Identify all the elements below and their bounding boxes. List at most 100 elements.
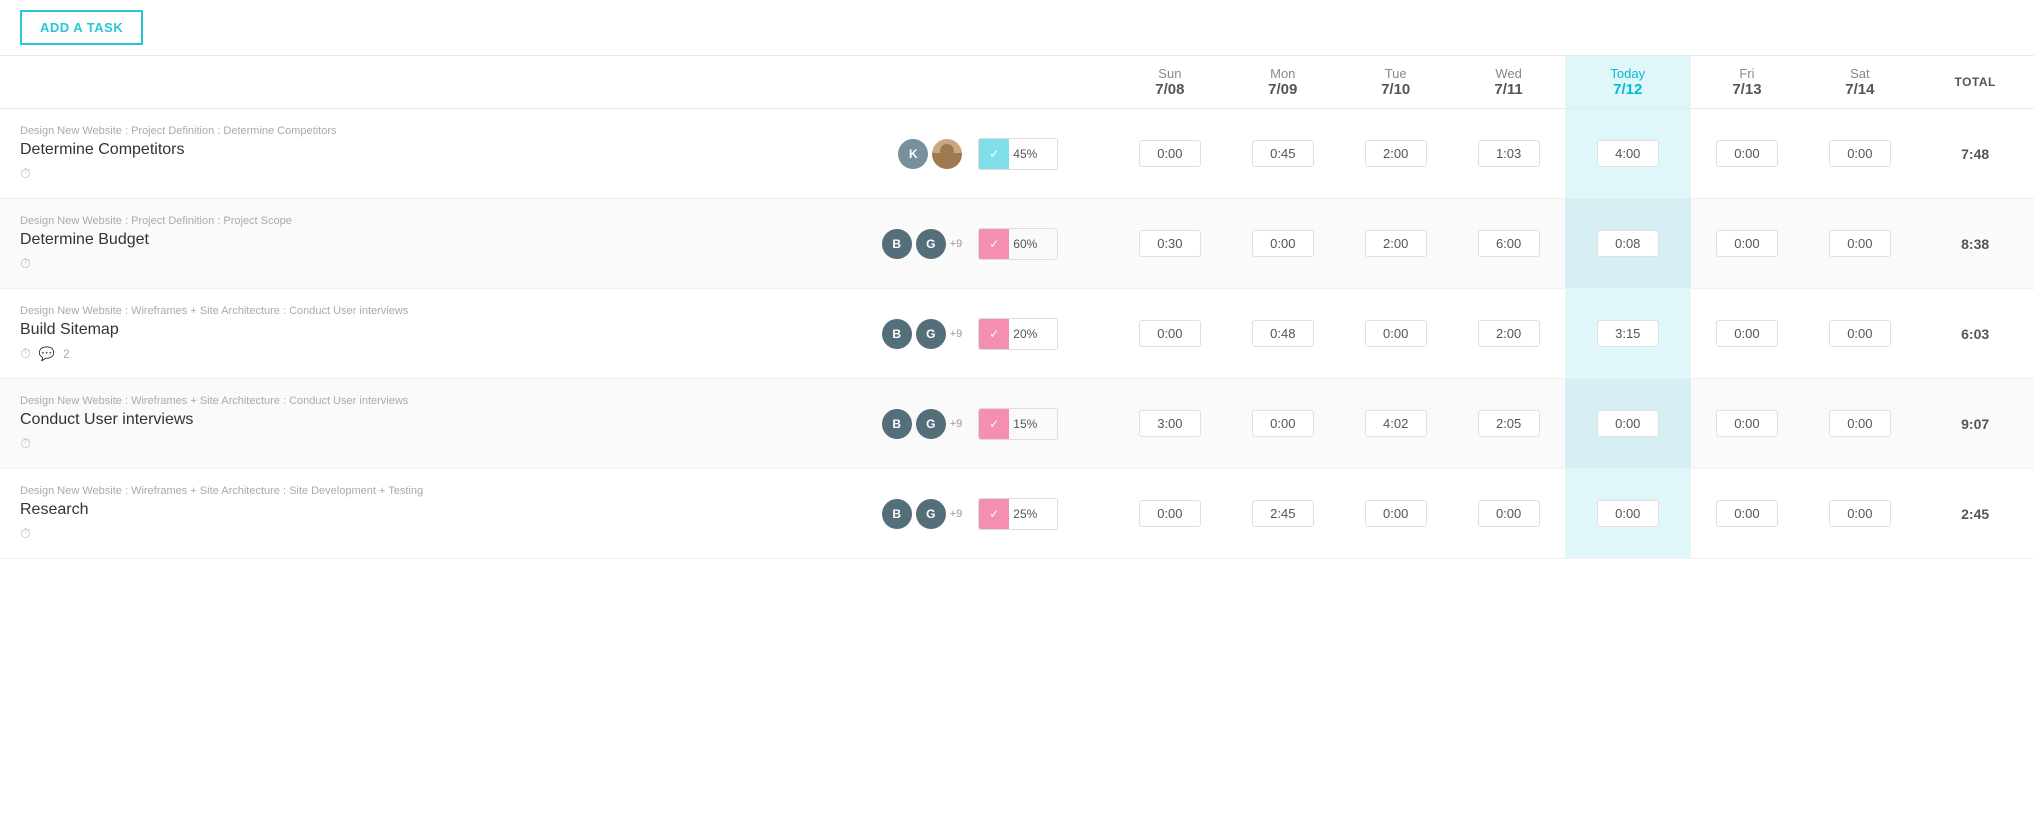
header-progress-empty [972,56,1113,109]
avatar: B [882,499,912,529]
progress-box[interactable]: ✓ 15% [978,408,1058,440]
time-input[interactable] [1597,410,1659,437]
header-sat: Sat 7/14 [1803,56,1916,109]
time-input[interactable] [1365,230,1427,257]
time-input[interactable] [1139,500,1201,527]
time-cell-day0 [1113,199,1226,289]
time-cell-day4 [1565,109,1690,199]
time-input[interactable] [1252,500,1314,527]
main-grid: Sun 7/08 Mon 7/09 Tue 7/10 Wed 7/11 Toda… [0,56,2034,559]
clock-icon: ⏱ [20,525,31,542]
time-input[interactable] [1478,410,1540,437]
total-cell: 6:03 [1916,289,2034,379]
header-mon-name: Mon [1230,66,1335,81]
time-input[interactable] [1597,230,1659,257]
time-cell-day3 [1452,109,1565,199]
time-input[interactable] [1139,320,1201,347]
time-input[interactable] [1829,140,1891,167]
time-input[interactable] [1252,320,1314,347]
total-cell: 2:45 [1916,469,2034,559]
header-tue-date: 7/10 [1343,81,1448,98]
time-input[interactable] [1365,500,1427,527]
task-name[interactable]: Determine Competitors [20,141,701,159]
time-input[interactable] [1365,410,1427,437]
time-input[interactable] [1252,140,1314,167]
progress-box[interactable]: ✓ 45% [978,138,1058,170]
time-input[interactable] [1597,140,1659,167]
header-sun: Sun 7/08 [1113,56,1226,109]
comment-icon: 💬 [39,346,55,362]
time-input[interactable] [1829,320,1891,347]
time-input[interactable] [1716,410,1778,437]
task-name[interactable]: Build Sitemap [20,321,701,339]
time-cell-day4 [1565,469,1690,559]
header-tue-name: Tue [1343,66,1448,81]
progress-cell: ✓ 15% [972,379,1113,469]
time-input[interactable] [1597,320,1659,347]
header-today-name: Today [1569,66,1686,81]
time-cell-day4 [1565,289,1690,379]
time-input[interactable] [1139,410,1201,437]
progress-percent: 25% [1009,507,1041,521]
task-name[interactable]: Determine Budget [20,231,701,249]
time-input[interactable] [1597,500,1659,527]
table-row: Design New Website : Project Definition … [0,199,2034,289]
task-info-cell: Design New Website : Wireframes + Site A… [0,379,721,469]
time-cell-day5 [1691,199,1804,289]
time-cell-day4 [1565,199,1690,289]
header-mon: Mon 7/09 [1226,56,1339,109]
progress-box[interactable]: ✓ 60% [978,228,1058,260]
time-cell-day1 [1226,199,1339,289]
time-cell-day5 [1691,109,1804,199]
time-input[interactable] [1829,500,1891,527]
time-input[interactable] [1139,140,1201,167]
time-cell-day2 [1339,289,1452,379]
time-cell-day3 [1452,469,1565,559]
progress-percent: 20% [1009,327,1041,341]
time-input[interactable] [1365,320,1427,347]
time-cell-day1 [1226,109,1339,199]
timesheet-table: Sun 7/08 Mon 7/09 Tue 7/10 Wed 7/11 Toda… [0,56,2034,559]
time-input[interactable] [1478,140,1540,167]
time-input[interactable] [1829,410,1891,437]
extra-assignees: +9 [950,508,963,520]
add-task-button[interactable]: ADD A TASK [20,10,143,45]
time-input[interactable] [1716,230,1778,257]
task-name[interactable]: Research [20,501,701,519]
time-input[interactable] [1478,500,1540,527]
task-info-cell: Design New Website : Wireframes + Site A… [0,469,721,559]
time-input[interactable] [1252,230,1314,257]
time-input[interactable] [1478,320,1540,347]
time-input[interactable] [1139,230,1201,257]
header-fri: Fri 7/13 [1691,56,1804,109]
progress-check: ✓ [979,319,1009,349]
time-input[interactable] [1252,410,1314,437]
time-input[interactable] [1829,230,1891,257]
time-cell-day2 [1339,199,1452,289]
task-assign-cell: BG+9 [721,469,972,559]
progress-percent: 60% [1009,237,1041,251]
time-input[interactable] [1365,140,1427,167]
avatar: B [882,319,912,349]
progress-cell: ✓ 60% [972,199,1113,289]
progress-box[interactable]: ✓ 20% [978,318,1058,350]
time-input[interactable] [1716,140,1778,167]
task-assign-cell: BG+9 [721,199,972,289]
task-breadcrumb: Design New Website : Wireframes + Site A… [20,395,701,407]
avatar: G [916,229,946,259]
table-row: Design New Website : Wireframes + Site A… [0,289,2034,379]
time-cell-day6 [1803,199,1916,289]
total-cell: 9:07 [1916,379,2034,469]
header-fri-date: 7/13 [1695,81,1800,98]
task-name[interactable]: Conduct User interviews [20,411,701,429]
comment-count: 2 [63,347,70,361]
task-info-cell: Design New Website : Wireframes + Site A… [0,289,721,379]
task-info-cell: Design New Website : Project Definition … [0,109,721,199]
time-input[interactable] [1716,320,1778,347]
clock-icon: ⏱ [20,165,31,182]
time-input[interactable] [1716,500,1778,527]
time-input[interactable] [1478,230,1540,257]
progress-box[interactable]: ✓ 25% [978,498,1058,530]
top-bar: ADD A TASK [0,0,2034,56]
task-assign-cell: BG+9 [721,289,972,379]
